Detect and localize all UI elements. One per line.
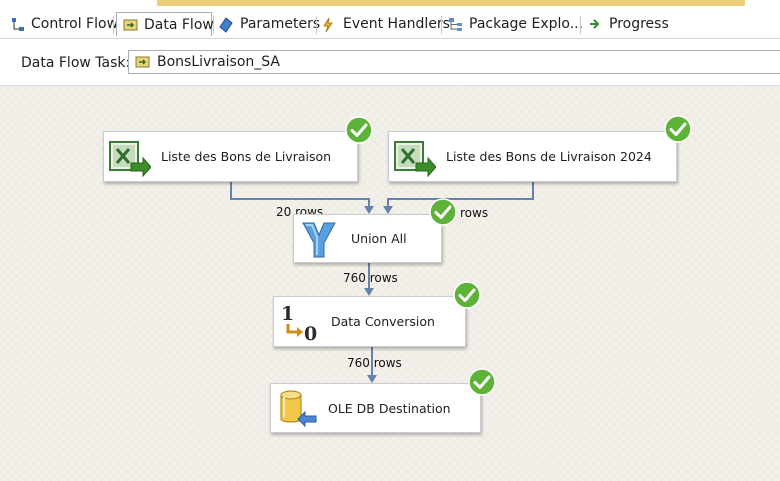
tab-control-flow[interactable]: Control Flow [4,12,124,35]
arrowhead [364,206,374,214]
tab-separator [113,16,114,34]
success-check-icon [453,281,481,309]
path-row-count: 760 rows [347,356,402,370]
progress-icon [588,17,602,31]
success-check-icon [664,115,692,143]
data-flow-task-bar: Data Flow Task: BonsLivraison_SA [0,39,780,86]
event-handlers-icon [322,17,336,32]
designer-tab-bar: Control Flow Data Flow Parameters Event … [0,6,780,39]
path-row-count: 760 rows [343,271,398,285]
component-ole-db-destination[interactable]: OLE DB Destination [270,383,481,433]
data-flow-task-label: Data Flow Task: [21,55,131,71]
data-flow-task-select[interactable]: BonsLivraison_SA [128,50,780,74]
tab-progress[interactable]: Progress [582,12,675,35]
data-flow-icon [123,18,138,32]
ole-db-destination-icon [280,390,317,428]
component-label: Data Conversion [331,314,435,329]
arrowhead [364,288,374,296]
tab-label: Data Flow [144,16,214,33]
data-flow-task-icon [135,55,150,69]
component-union-all[interactable]: Union All [293,214,442,263]
success-check-icon [468,368,496,396]
svg-text:1: 1 [281,303,294,325]
component-excel-source-2[interactable]: Liste des Bons de Livraison 2024 [388,131,677,182]
arrowhead [383,206,393,214]
component-label: Union All [351,231,407,246]
tab-label: Control Flow [31,15,119,32]
excel-source-icon [394,141,436,177]
tab-package-explorer[interactable]: Package Explo... [442,12,589,35]
tab-label: Progress [609,15,669,32]
data-flow-design-surface[interactable]: 20 rows rows 760 rows 760 rows Liste des… [0,86,780,481]
success-check-icon [429,198,457,226]
tab-separator [580,16,581,34]
excel-source-icon [109,141,151,177]
control-flow-icon [10,17,24,31]
component-label: Liste des Bons de Livraison 2024 [446,149,652,164]
tab-label: Package Explo... [469,15,584,32]
arrowhead [367,375,377,383]
data-flow-task-value: BonsLivraison_SA [157,54,280,70]
component-label: OLE DB Destination [328,400,451,416]
component-label: Liste des Bons de Livraison [161,149,332,164]
tab-parameters[interactable]: Parameters [213,12,326,35]
component-data-conversion[interactable]: 1 0 Data Conversion [273,296,466,347]
union-all-icon [302,222,336,258]
tab-label: Event Handlers [343,15,450,32]
data-conversion-icon: 1 0 [281,303,317,342]
path-row-count: rows [460,206,489,220]
package-explorer-icon [448,17,462,31]
component-excel-source-1[interactable]: Liste des Bons de Livraison [103,131,358,182]
svg-text:0: 0 [304,323,317,342]
parameters-icon [219,16,233,33]
tab-data-flow[interactable]: Data Flow [116,12,214,36]
tab-event-handlers[interactable]: Event Handlers [316,12,456,35]
tab-label: Parameters [240,15,321,32]
success-check-icon [345,116,373,144]
